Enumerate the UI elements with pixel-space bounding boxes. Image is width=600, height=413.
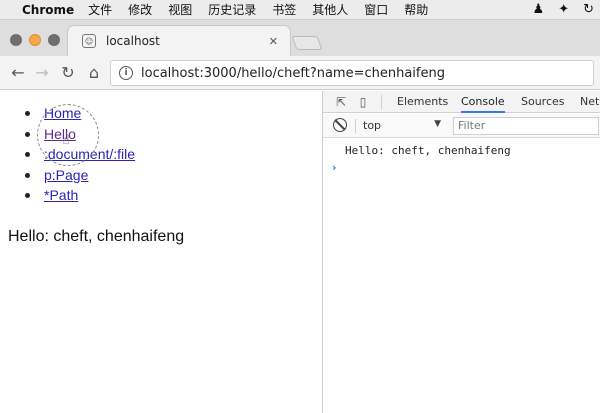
bird-icon[interactable]: ✦ (558, 2, 569, 17)
menu-help[interactable]: 帮助 (404, 1, 428, 18)
device-toolbar-icon[interactable]: ▯ (355, 94, 371, 110)
menu-window[interactable]: 窗口 (364, 1, 388, 18)
window-maximize-button[interactable] (48, 34, 60, 46)
list-item: *Path (24, 187, 135, 208)
new-tab-button[interactable] (291, 36, 323, 50)
console-log-line: Hello: cheft, chenhaifeng (345, 144, 511, 157)
hello-output-text: Hello: cheft, chenhaifeng (8, 228, 185, 245)
page-favicon-icon: ☺ (82, 34, 96, 48)
sync-icon[interactable]: ↻ (583, 2, 594, 17)
tab-close-icon[interactable]: ✕ (269, 35, 278, 48)
home-button[interactable]: ⌂ (84, 63, 104, 83)
console-toolbar: top ▼ Filter (323, 114, 600, 138)
reload-button[interactable]: ↻ (58, 63, 78, 83)
person-icon[interactable]: ♟ (533, 2, 545, 17)
back-button[interactable]: ← (8, 63, 28, 83)
window-close-button[interactable] (10, 34, 22, 46)
address-bar[interactable]: i localhost:3000/hello/cheft?name=chenha… (110, 60, 594, 86)
menu-file[interactable]: 文件 (88, 1, 112, 18)
window-minimize-button[interactable] (29, 34, 41, 46)
chevron-down-icon: ▼ (434, 119, 441, 129)
devtools-tabbar: ⇱ ▯ Elements Console Sources Netw (323, 91, 600, 113)
link-page[interactable]: p:Page (44, 167, 88, 183)
clear-console-icon[interactable] (333, 118, 347, 132)
menu-bookmarks[interactable]: 书签 (272, 1, 296, 18)
inspect-element-icon[interactable]: ⇱ (333, 94, 349, 110)
devtools-panel: ⇱ ▯ Elements Console Sources Netw top ▼ … (322, 91, 600, 413)
menu-people[interactable]: 其他人 (312, 1, 348, 18)
list-item: p:Page (24, 167, 135, 188)
menu-tray: ♟ ✦ ↻ (533, 2, 594, 17)
tab-sources[interactable]: Sources (521, 95, 565, 108)
browser-toolbar: ← → ↻ ⌂ i localhost:3000/hello/cheft?nam… (0, 56, 600, 90)
site-info-icon[interactable]: i (119, 66, 133, 80)
menu-history[interactable]: 历史记录 (208, 1, 256, 18)
context-value: top (363, 119, 382, 132)
menu-edit[interactable]: 修改 (128, 1, 152, 18)
console-prompt[interactable]: › (332, 161, 337, 174)
tab-network[interactable]: Netw (580, 95, 600, 108)
devtools-divider (381, 95, 382, 109)
menu-bar: Chrome 文件 修改 视图 历史记录 书签 其他人 窗口 帮助 ♟ ✦ ↻ (0, 0, 600, 20)
console-filter-input[interactable]: Filter (453, 117, 599, 135)
tab-strip: ☺ localhost ✕ (0, 20, 600, 56)
tab-console[interactable]: Console (461, 95, 505, 113)
tab-localhost[interactable]: ☺ localhost ✕ (68, 26, 290, 56)
context-selector[interactable]: top ▼ (363, 118, 441, 134)
page-viewport: Home Hello :document/:file p:Page *Path … (0, 91, 322, 413)
menu-app-name[interactable]: Chrome (22, 3, 74, 17)
hand-cursor-icon: ☝ (62, 133, 70, 148)
console-toolbar-divider (355, 119, 356, 133)
address-url[interactable]: localhost:3000/hello/cheft?name=chenhaif… (141, 66, 445, 81)
tab-elements[interactable]: Elements (397, 95, 448, 108)
forward-button[interactable]: → (32, 63, 52, 83)
tab-title: localhost (106, 34, 160, 48)
link-path[interactable]: *Path (44, 187, 78, 203)
menu-view[interactable]: 视图 (168, 1, 192, 18)
